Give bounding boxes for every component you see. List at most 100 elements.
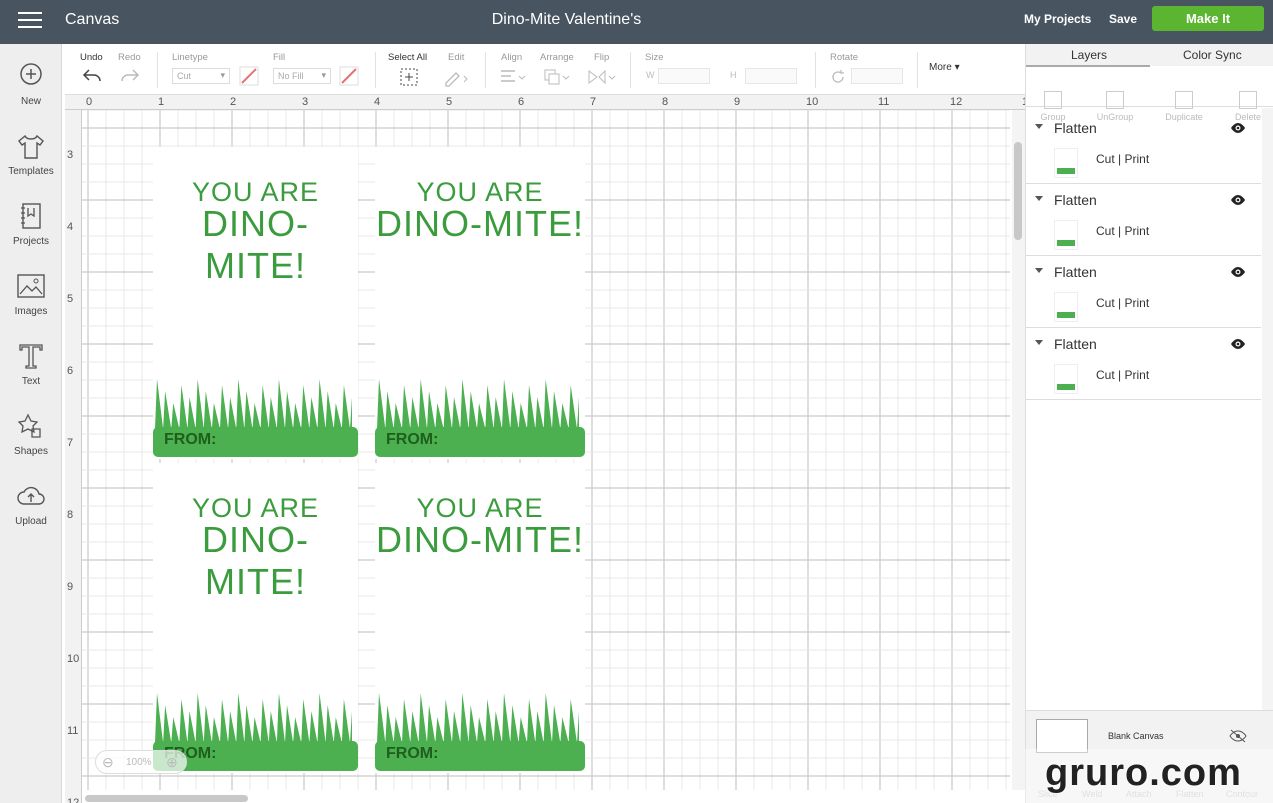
ruler-number: 1 (158, 96, 165, 108)
ruler-number: 9 (67, 581, 74, 593)
new-tool[interactable]: New (0, 62, 62, 107)
ruler-number: 4 (67, 221, 74, 233)
flip-icon[interactable] (587, 68, 617, 86)
ruler-number: 11 (878, 96, 890, 108)
vertical-scrollbar[interactable] (1014, 142, 1022, 240)
layer-tools: Group UnGroup Duplicate Delete (1026, 67, 1273, 122)
ruler-number: 4 (374, 96, 381, 108)
zoom-in-icon[interactable]: ⊕ (166, 754, 178, 771)
images-label: Images (14, 306, 48, 317)
align-label: Align (501, 52, 523, 63)
zoom-out-icon[interactable]: ⊖ (102, 754, 114, 771)
tshirt-icon (18, 134, 44, 159)
canvas-color-swatch[interactable] (1036, 719, 1088, 753)
ruler-number: 8 (662, 96, 669, 108)
upload-tool[interactable]: Upload (0, 482, 62, 527)
layer-operation: Cut | Print (1096, 224, 1150, 238)
collapse-triangle-icon[interactable] (1035, 340, 1043, 345)
tab-layers[interactable]: Layers (1071, 48, 1107, 62)
height-input[interactable] (745, 68, 797, 84)
eye-hidden-icon[interactable] (1229, 729, 1247, 743)
fill-select[interactable]: No Fill (273, 68, 331, 84)
save-button[interactable]: Save (1109, 12, 1137, 26)
fill-color-icon[interactable] (339, 66, 359, 86)
images-tool[interactable]: Images (0, 272, 62, 317)
width-input[interactable] (658, 68, 710, 84)
print-label: Print (1124, 224, 1150, 238)
edit-label: Edit (448, 52, 465, 63)
rotate-input[interactable] (851, 68, 903, 84)
align-icon[interactable] (499, 68, 527, 86)
eye-icon[interactable] (1230, 194, 1246, 206)
layer-operation: Cut | Print (1096, 152, 1150, 166)
trash-icon (1239, 91, 1257, 109)
select-all-label: Select All (388, 52, 428, 63)
tab-color-sync[interactable]: Color Sync (1183, 48, 1242, 62)
ruler-number: 10 (806, 96, 819, 108)
edit-icon[interactable] (443, 67, 471, 87)
valentine-card[interactable]: YOU ARE DINO-MITE! FROM: (375, 147, 585, 459)
redo-icon[interactable] (120, 67, 140, 85)
layer-thumbnail (1054, 220, 1078, 250)
ruler-number: 9 (734, 96, 741, 108)
shapes-icon (17, 413, 41, 438)
panel-tabs: Layers Color Sync (1026, 44, 1273, 67)
design-canvas[interactable]: 01234567891011121 3456789101112 YOU ARED… (65, 95, 1025, 803)
new-label: New (20, 96, 41, 107)
size-label: Size (645, 52, 664, 63)
layer-item[interactable]: Flatten Cut | Print (1026, 184, 1261, 256)
cut-label: Cut (1096, 152, 1115, 166)
toolbar-divider (375, 52, 376, 88)
ruler-number: 0 (86, 96, 93, 108)
shapes-label: Shapes (14, 446, 48, 457)
layer-thumbnail (1054, 292, 1078, 322)
valentine-card[interactable]: YOU ARE DINO-MITE! FROM: (153, 147, 358, 459)
shapes-tool[interactable]: Shapes (0, 412, 62, 457)
text-tool[interactable]: Text (0, 342, 62, 387)
ruler-number: 7 (67, 437, 74, 449)
text-label: Text (21, 376, 41, 387)
horizontal-scrollbar[interactable] (85, 795, 248, 802)
layer-item[interactable]: Flatten Cut | Print (1026, 256, 1261, 328)
ungroup-icon (1106, 91, 1124, 109)
layer-item[interactable]: Flatten Cut | Print (1026, 328, 1261, 400)
blank-canvas-label: Blank Canvas (1108, 731, 1164, 741)
valentine-card[interactable]: YOU ARE DINO-MITE! FROM: (153, 463, 358, 773)
select-all-icon[interactable] (399, 67, 419, 87)
layer-item[interactable]: Flatten Cut | Print (1026, 112, 1261, 184)
grass-blades (155, 379, 352, 429)
make-it-button[interactable]: Make It (1152, 6, 1264, 31)
eye-icon[interactable] (1230, 338, 1246, 350)
edit-toolbar: Undo Redo Linetype Cut Fill No Fill Sele… (65, 44, 1025, 95)
layer-operation: Cut | Print (1096, 368, 1150, 382)
width-label: W (646, 70, 655, 80)
more-menu[interactable]: More ▾ (929, 62, 960, 73)
templates-tool[interactable]: Templates (0, 132, 62, 177)
layers-scrollbar[interactable] (1262, 108, 1273, 710)
ruler-number: 2 (230, 96, 237, 108)
toolbar-divider (157, 52, 158, 88)
undo-icon[interactable] (82, 67, 102, 85)
valentine-card[interactable]: YOU ARE DINO-MITE! FROM: (375, 463, 585, 773)
top-bar: Canvas Dino-Mite Valentine's My Projects… (0, 0, 1273, 44)
collapse-triangle-icon[interactable] (1035, 268, 1043, 273)
templates-label: Templates (8, 166, 54, 177)
watermark-text: gruro.com (1045, 752, 1242, 794)
layer-name: Flatten (1054, 336, 1097, 352)
arrange-icon[interactable] (543, 68, 571, 86)
ruler-number: 5 (446, 96, 453, 108)
eye-icon[interactable] (1230, 122, 1246, 134)
linetype-color-icon[interactable] (239, 66, 259, 86)
ruler-number: 7 (590, 96, 597, 108)
eye-icon[interactable] (1230, 266, 1246, 278)
my-projects-link[interactable]: My Projects (1024, 12, 1091, 26)
ruler-number: 12 (950, 96, 963, 108)
collapse-triangle-icon[interactable] (1035, 124, 1043, 129)
projects-tool[interactable]: Projects (0, 202, 62, 247)
collapse-triangle-icon[interactable] (1035, 196, 1043, 201)
grass-blades (377, 693, 579, 743)
from-label: FROM: (164, 431, 217, 448)
duplicate-icon (1175, 91, 1193, 109)
linetype-select[interactable]: Cut (172, 68, 230, 84)
image-icon (17, 274, 45, 298)
